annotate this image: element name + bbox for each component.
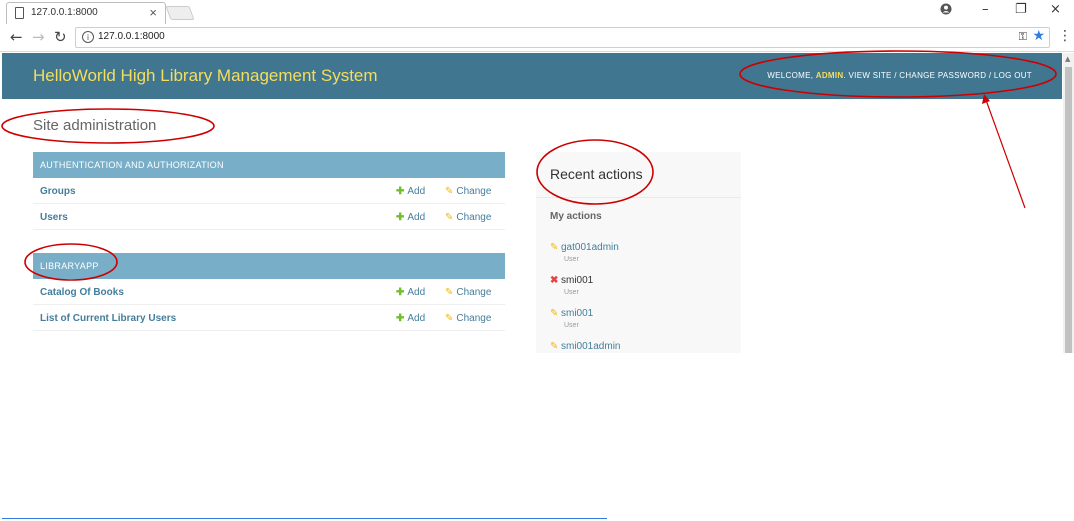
model-link-groups[interactable]: Groups bbox=[40, 186, 76, 197]
add-label: Add bbox=[407, 287, 426, 298]
list-item: ✎ smi001 User bbox=[550, 303, 730, 329]
action-type: User bbox=[564, 322, 579, 329]
table-row: Catalog Of Books ✚ Add ✎ Change bbox=[33, 279, 505, 305]
back-icon[interactable]: ← bbox=[10, 28, 23, 46]
browser-tab[interactable]: 127.0.0.1:8000 × bbox=[6, 2, 166, 24]
pencil-icon: ✎ bbox=[445, 313, 454, 324]
table-row: Groups ✚ Add ✎ Change bbox=[33, 178, 505, 204]
change-link[interactable]: ✎ Change bbox=[445, 287, 491, 298]
add-link[interactable]: ✚ Add bbox=[396, 313, 425, 324]
menu-icon[interactable]: ⋮ bbox=[1058, 28, 1072, 44]
info-icon[interactable]: i bbox=[82, 31, 94, 43]
scroll-up-icon[interactable]: ▲ bbox=[1065, 55, 1070, 63]
page-title: Site administration bbox=[33, 117, 157, 134]
action-type: User bbox=[564, 256, 579, 263]
address-bar[interactable]: i 127.0.0.1:8000 ⚿ ★ bbox=[75, 27, 1050, 48]
change-link[interactable]: ✎ Change bbox=[445, 313, 491, 324]
add-link[interactable]: ✚ Add bbox=[396, 287, 425, 298]
log-out-link[interactable]: LOG OUT bbox=[994, 71, 1032, 80]
edit-icon: ✎ bbox=[550, 341, 559, 352]
edit-icon: ✎ bbox=[550, 308, 559, 319]
restore-button[interactable]: ❐ bbox=[1015, 2, 1027, 17]
url-text[interactable]: 127.0.0.1:8000 bbox=[98, 31, 165, 42]
divider bbox=[536, 197, 741, 198]
tab-close-icon[interactable]: × bbox=[149, 5, 157, 20]
change-label: Change bbox=[456, 313, 492, 324]
reload-icon[interactable]: ↻ bbox=[54, 28, 67, 46]
minimize-button[interactable]: – bbox=[982, 2, 989, 17]
add-link[interactable]: ✚ Add bbox=[396, 186, 425, 197]
site-branding[interactable]: HelloWorld High Library Management Syste… bbox=[33, 66, 378, 86]
change-label: Change bbox=[456, 212, 492, 223]
close-window-button[interactable]: × bbox=[1050, 2, 1061, 17]
plus-icon: ✚ bbox=[396, 186, 405, 197]
model-link-catalog[interactable]: Catalog Of Books bbox=[40, 287, 124, 298]
bookmark-star-icon[interactable]: ★ bbox=[1032, 28, 1045, 44]
tab-strip: 127.0.0.1:8000 × – ❐ × bbox=[0, 0, 1074, 24]
table-row: List of Current Library Users ✚ Add ✎ Chan… bbox=[33, 305, 505, 331]
change-password-link[interactable]: CHANGE PASSWORD bbox=[899, 71, 986, 80]
list-item: ✎ gat001admin User bbox=[550, 237, 730, 263]
divider bbox=[2, 518, 607, 519]
vertical-scrollbar[interactable]: ▲ bbox=[1063, 53, 1074, 353]
separator: / bbox=[986, 71, 994, 80]
view-site-link[interactable]: VIEW SITE bbox=[849, 71, 892, 80]
module-libraryapp: LIBRARYAPP Catalog Of Books ✚ Add ✎ Change… bbox=[33, 253, 505, 331]
change-label: Change bbox=[456, 287, 492, 298]
model-link-library-users[interactable]: List of Current Library Users bbox=[40, 313, 176, 324]
module-caption[interactable]: LIBRARYAPP bbox=[33, 253, 505, 279]
my-actions-heading: My actions bbox=[550, 211, 602, 222]
action-object-link[interactable]: smi001admin bbox=[561, 341, 620, 352]
action-object-link[interactable]: smi001 bbox=[561, 308, 593, 319]
username: ADMIN bbox=[815, 71, 844, 80]
page-viewport: HelloWorld High Library Management Syste… bbox=[2, 53, 1062, 353]
pencil-icon: ✎ bbox=[445, 186, 454, 197]
recent-actions-title: Recent actions bbox=[550, 166, 643, 182]
add-label: Add bbox=[407, 212, 426, 223]
model-link-users[interactable]: Users bbox=[40, 212, 68, 223]
list-item: ✎smi001admin User bbox=[550, 336, 730, 353]
admin-header: HelloWorld High Library Management Syste… bbox=[2, 53, 1062, 99]
scrollbar-thumb[interactable] bbox=[1065, 67, 1072, 353]
page-icon bbox=[15, 7, 24, 19]
key-icon[interactable]: ⚿ bbox=[1019, 30, 1027, 44]
module-auth: AUTHENTICATION AND AUTHORIZATION Groups … bbox=[33, 152, 505, 230]
tab-title: 127.0.0.1:8000 bbox=[31, 7, 98, 18]
recent-actions-panel: Recent actions My actions ✎ gat001admin U… bbox=[536, 152, 741, 353]
plus-icon: ✚ bbox=[396, 287, 405, 298]
edit-icon: ✎ bbox=[550, 242, 559, 253]
add-label: Add bbox=[407, 313, 426, 324]
browser-toolbar: ← → ↻ i 127.0.0.1:8000 ⚿ ★ ⋮ bbox=[0, 24, 1074, 52]
profile-icon[interactable] bbox=[940, 3, 952, 19]
forward-icon[interactable]: → bbox=[32, 28, 45, 46]
module-caption[interactable]: AUTHENTICATION AND AUTHORIZATION bbox=[33, 152, 505, 178]
plus-icon: ✚ bbox=[396, 212, 405, 223]
table-row: Users ✚ Add ✎ Change bbox=[33, 204, 505, 230]
new-tab-button[interactable] bbox=[165, 6, 195, 20]
add-label: Add bbox=[407, 186, 426, 197]
change-link[interactable]: ✎ Change bbox=[445, 186, 491, 197]
action-object-text: smi001 bbox=[561, 275, 594, 286]
user-tools: WELCOME, ADMIN. VIEW SITE / CHANGE PASSW… bbox=[767, 71, 1032, 80]
delete-icon: ✖ bbox=[550, 275, 559, 286]
plus-icon: ✚ bbox=[396, 313, 405, 324]
change-link[interactable]: ✎ Change bbox=[445, 212, 491, 223]
action-type: User bbox=[564, 289, 579, 296]
welcome-period: . bbox=[843, 71, 847, 80]
change-label: Change bbox=[456, 186, 492, 197]
add-link[interactable]: ✚ Add bbox=[396, 212, 425, 223]
pencil-icon: ✎ bbox=[445, 212, 454, 223]
welcome-text: WELCOME, bbox=[767, 71, 816, 80]
action-object-link[interactable]: gat001admin bbox=[561, 242, 619, 253]
pencil-icon: ✎ bbox=[445, 287, 454, 298]
list-item: ✖ smi001 User bbox=[550, 270, 730, 296]
